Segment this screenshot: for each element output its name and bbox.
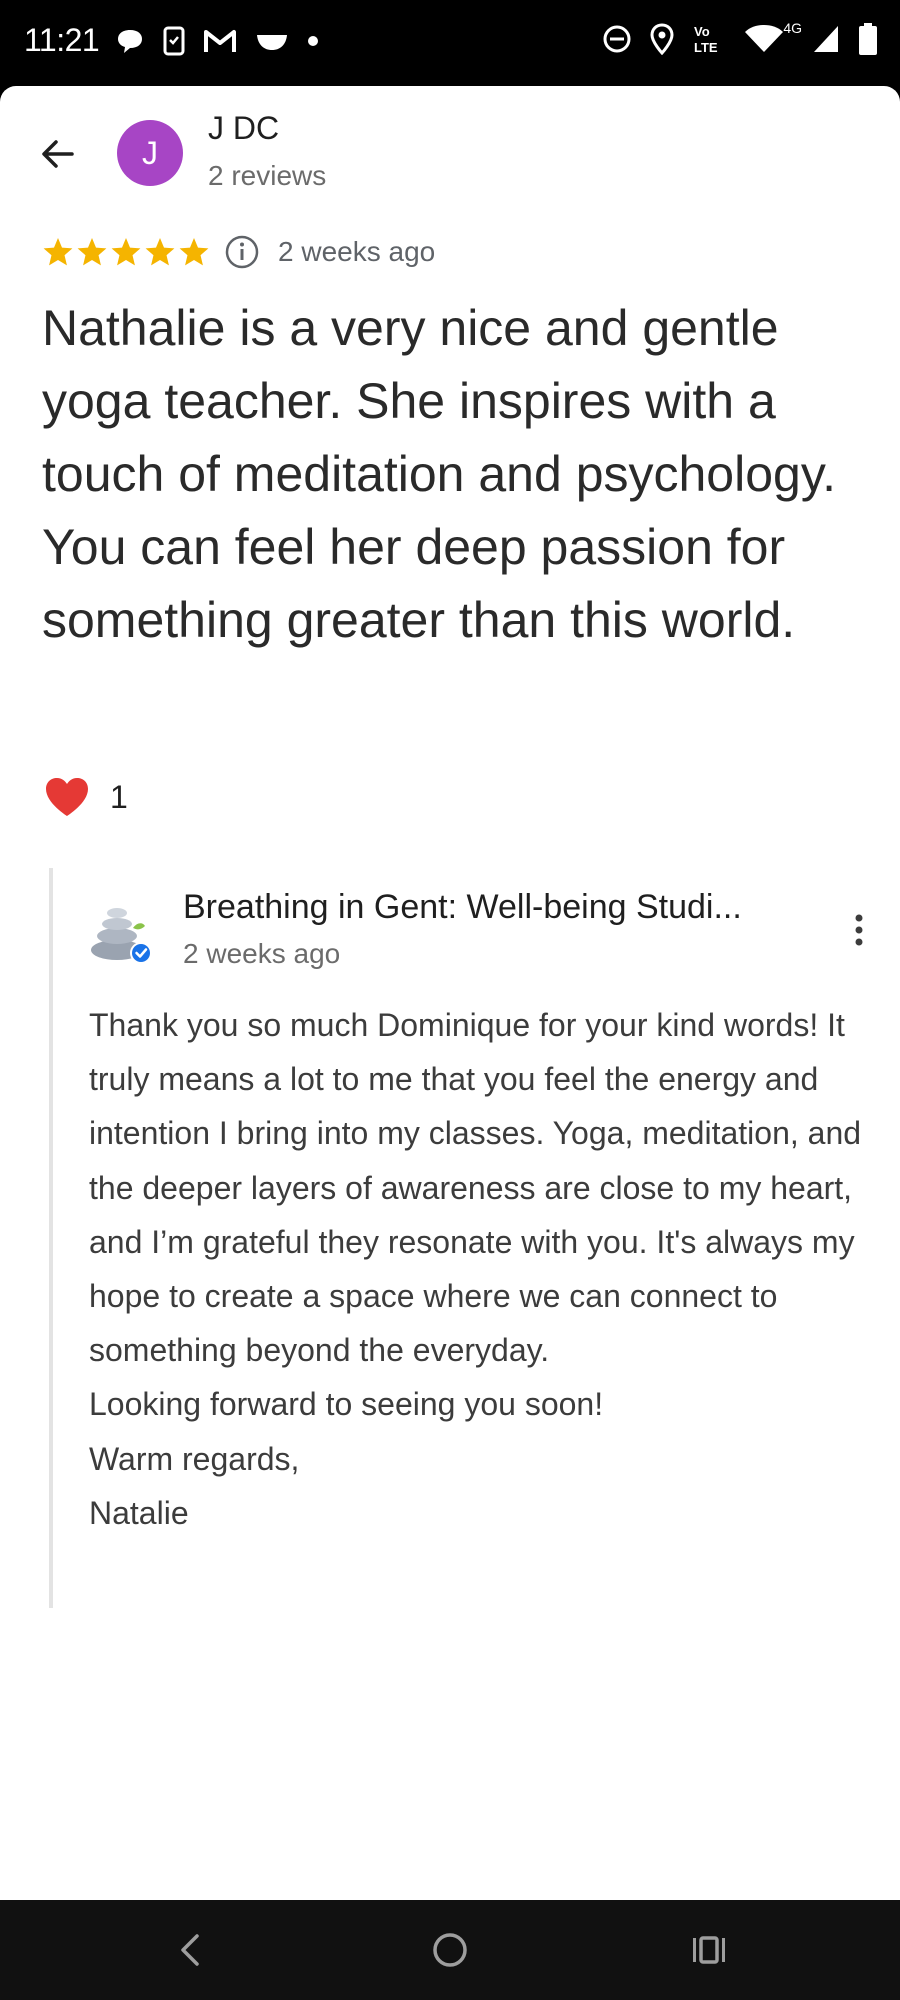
location-pin-icon <box>650 23 674 55</box>
owner-name[interactable]: Breathing in Gent: Well-being Studi... <box>183 888 742 927</box>
notification-icons <box>115 26 319 56</box>
reply-paragraph: Warm regards, <box>89 1440 300 1477</box>
reviewer-name[interactable]: J DC <box>208 110 279 147</box>
review-text: Nathalie is a very nice and gentle yoga … <box>42 300 837 648</box>
wifi-icon: 4G <box>744 20 802 54</box>
heart-icon[interactable] <box>44 776 90 818</box>
reviewer-avatar[interactable]: J <box>117 120 183 186</box>
nav-back-button[interactable] <box>162 1922 218 1978</box>
star-rating <box>42 236 210 268</box>
nav-home-icon <box>433 1933 467 1967</box>
more-vert-icon <box>855 914 863 946</box>
system-icons: Vo LTE 4G <box>602 20 878 56</box>
star-icon <box>179 238 209 266</box>
star-icon <box>145 238 175 266</box>
star-icon <box>77 238 107 266</box>
reaction-count: 1 <box>110 778 128 815</box>
info-icon[interactable] <box>224 234 260 270</box>
reviewer-review-count: 2 reviews <box>208 160 327 191</box>
review-sheet: J J DC 2 reviews 2 weeks ago Nathalie is… <box>0 86 900 1900</box>
owner-reply: Breathing in Gent: Well-being Studi... 2… <box>49 868 869 1608</box>
review-header: J J DC 2 reviews <box>0 86 900 221</box>
reply-text: Thank you so much Dominique for your kin… <box>89 998 879 1540</box>
star-icon <box>111 238 141 266</box>
dot-icon <box>307 35 319 47</box>
nav-back-icon <box>181 1934 199 1966</box>
reply-paragraph: Thank you so much Dominique for your kin… <box>89 1007 870 1369</box>
rating-row: 2 weeks ago <box>42 230 435 274</box>
reply-date: 2 weeks ago <box>183 938 341 969</box>
status-time: 11:21 <box>24 22 100 58</box>
owner-logo-icon[interactable] <box>89 898 153 966</box>
bowl-icon <box>255 29 289 53</box>
nav-recents-button[interactable] <box>681 1922 737 1978</box>
volte-icon: Vo LTE <box>692 23 726 55</box>
svg-text:Vo: Vo <box>694 24 710 39</box>
status-bar: 11:21 Vo LTE 4G <box>0 0 900 85</box>
back-arrow-icon <box>42 140 74 168</box>
nav-recents-icon <box>693 1936 725 1964</box>
phone-screen-icon <box>163 26 185 56</box>
svg-text:LTE: LTE <box>694 40 718 55</box>
more-options-button[interactable] <box>839 902 879 958</box>
back-button[interactable] <box>30 126 86 182</box>
do-not-disturb-icon <box>602 24 632 54</box>
nav-home-button[interactable] <box>422 1922 478 1978</box>
reply-paragraph: Looking forward to seeing you soon! <box>89 1386 604 1423</box>
review-date: 2 weeks ago <box>278 236 436 267</box>
star-icon <box>43 238 73 266</box>
reaction-row[interactable]: 1 <box>44 776 128 818</box>
network-label: 4G <box>783 20 802 36</box>
navigation-bar <box>0 1900 900 2000</box>
cell-signal-icon <box>812 24 840 54</box>
chat-bubble-icon <box>115 26 145 56</box>
battery-icon <box>858 22 878 56</box>
reply-signature: Natalie <box>89 1494 189 1531</box>
gmail-icon <box>203 28 237 54</box>
